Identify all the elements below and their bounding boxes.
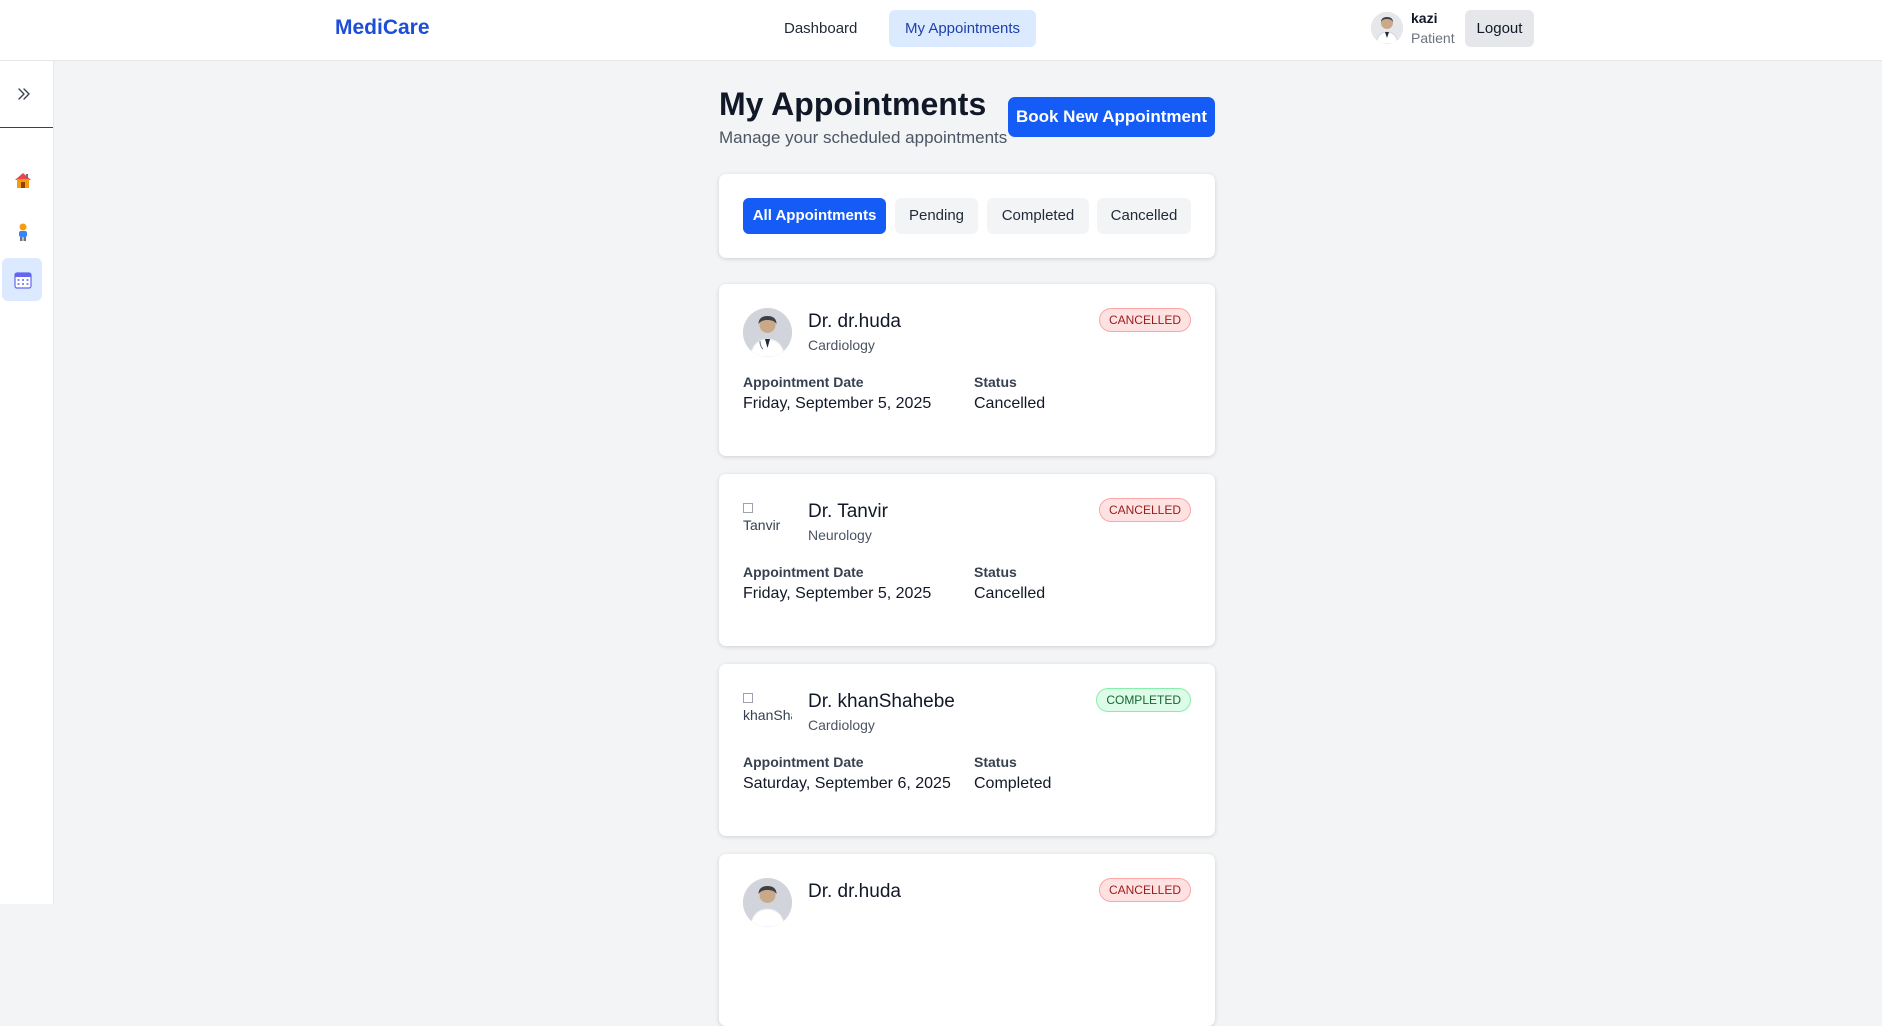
date-label: Appointment Date (743, 754, 864, 770)
appointment-card[interactable]: Dr. dr.huda CANCELLED (719, 854, 1215, 1026)
doctor-name: Dr. dr.huda (808, 881, 901, 902)
appointment-card[interactable]: khanShahebe Dr. khanShahebe Cardiology C… (719, 664, 1215, 836)
status-label: Status (974, 564, 1017, 580)
filter-pending[interactable]: Pending (895, 198, 978, 234)
date-label: Appointment Date (743, 374, 864, 390)
doctor-specialty: Cardiology (808, 717, 875, 733)
house-icon (15, 173, 31, 188)
filter-completed[interactable]: Completed (987, 198, 1089, 234)
doctor-name: Dr. khanShahebe (808, 691, 955, 712)
doctor-name: Dr. dr.huda (808, 311, 901, 332)
status-badge: CANCELLED (1098, 878, 1191, 902)
book-new-appointment-button[interactable]: Book New Appointment (1008, 97, 1215, 137)
sidebar-expand-button[interactable] (0, 61, 53, 128)
double-chevron-right-icon (18, 88, 30, 100)
user-avatar[interactable] (1371, 12, 1403, 44)
page-title: My Appointments (719, 86, 987, 122)
doctor-avatar-alt: Tanvir (743, 517, 781, 533)
filter-card: All Appointments Pending Completed Cance… (719, 174, 1215, 258)
appointment-card[interactable]: Tanvir Dr. Tanvir Neurology CANCELLED Ap… (719, 474, 1215, 646)
user-name: kazi (1411, 10, 1438, 26)
broken-image-icon (743, 693, 753, 703)
filter-all[interactable]: All Appointments (743, 198, 886, 234)
page-subtitle: Manage your scheduled appointments (719, 128, 1008, 147)
appointment-date: Friday, September 5, 2025 (743, 585, 932, 602)
appointment-card[interactable]: Dr. dr.huda Cardiology CANCELLED Appoint… (719, 284, 1215, 456)
status-badge: COMPLETED (1096, 688, 1191, 712)
status-badge: CANCELLED (1098, 308, 1191, 332)
doctor-avatar (743, 308, 792, 357)
doctor-specialty: Cardiology (808, 337, 875, 353)
status-badge: CANCELLED (1098, 498, 1191, 522)
doctor-avatar: Tanvir (743, 498, 792, 547)
appointment-status: Completed (974, 775, 1052, 792)
sidebar-item-appointments[interactable] (2, 258, 42, 301)
filter-cancelled[interactable]: Cancelled (1097, 198, 1191, 234)
doctor-avatar-alt: khanShahebe (743, 707, 792, 723)
appointment-date: Saturday, September 6, 2025 (743, 775, 951, 792)
status-label: Status (974, 754, 1017, 770)
nav-dashboard[interactable]: Dashboard (768, 10, 873, 47)
status-label: Status (974, 374, 1017, 390)
logout-button[interactable]: Logout (1465, 10, 1534, 47)
user-role: Patient (1411, 30, 1455, 46)
appointment-date: Friday, September 5, 2025 (743, 395, 932, 412)
sidebar (0, 61, 54, 904)
appointment-status: Cancelled (974, 395, 1046, 412)
doctor-name: Dr. Tanvir (808, 501, 888, 522)
calendar-icon (14, 272, 32, 289)
broken-image-icon (743, 503, 753, 513)
top-navbar: MediCare Dashboard My Appointments kazi … (0, 0, 1882, 61)
doctor-specialty: Neurology (808, 527, 872, 543)
sidebar-item-doctors[interactable] (2, 210, 42, 253)
sidebar-item-home[interactable] (2, 158, 42, 201)
person-icon (19, 223, 27, 241)
brand-logo[interactable]: MediCare (335, 16, 430, 40)
date-label: Appointment Date (743, 564, 864, 580)
doctor-avatar (743, 878, 792, 927)
nav-my-appointments[interactable]: My Appointments (889, 10, 1037, 47)
doctor-avatar: khanShahebe (743, 688, 792, 737)
appointment-status: Cancelled (974, 585, 1046, 602)
